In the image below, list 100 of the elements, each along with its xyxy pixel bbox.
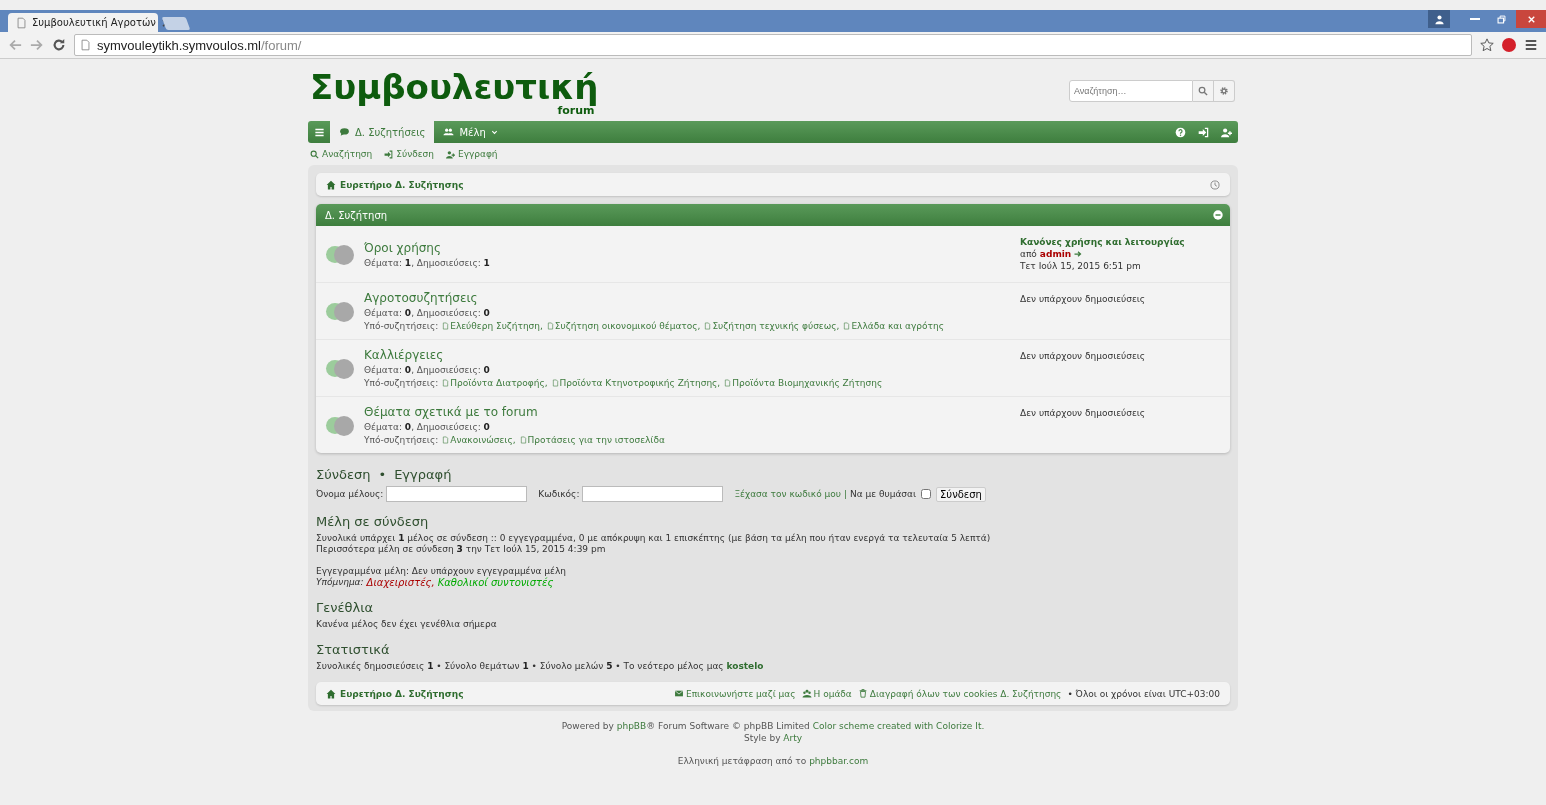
- breadcrumb-link[interactable]: Ευρετήριο Δ. Συζήτησης: [326, 179, 464, 190]
- online-info-text: Περισσότερα μέλη σε σύνδεση 3 την Τετ Ιούλ 15, 2015 4:39 pm: [316, 544, 607, 555]
- footer-link[interactable]: Επικοινωνήστε μαζί μας: [673, 688, 796, 699]
- register-heading-link[interactable]: Εγγραφή: [394, 467, 452, 482]
- search-button[interactable]: [1193, 80, 1214, 102]
- minimize-icon: [1470, 18, 1480, 20]
- subforum-link[interactable]: Συζήτηση οικονομικού θέματος,: [546, 321, 701, 331]
- page-icon: [442, 379, 450, 387]
- subforum-link[interactable]: Προϊόντα Κτηνοτροφικής Ζήτησης,: [551, 378, 721, 388]
- address-field[interactable]: symvouleytikh.symvoulos.ml/forum/: [74, 34, 1472, 56]
- subforums-label: Υπό-συζητήσεις:: [364, 435, 439, 445]
- birthdays-text: Κανένα μέλος δεν έχει γενέθλια σήμερα: [316, 619, 498, 630]
- page-icon: [546, 322, 554, 330]
- by-label: από: [1020, 249, 1037, 259]
- credits-link[interactable]: phpbbar.com: [809, 756, 869, 766]
- online-info-text: Συνολικά υπάρχει 1 μέλος σε σύνδεση :: 0 εγγεγραμμένα, 0 με απόκρυψη και 1 επισκέπτης (με βάση τα μέλη που ήταν ενεργά τα τελευταία 5 λεπτά): [316, 533, 992, 544]
- footer-link[interactable]: Η ομάδα: [801, 688, 852, 699]
- newest-member-link[interactable]: kostelo: [726, 661, 764, 671]
- subforum-link[interactable]: Ελεύθερη Συζήτηση,: [442, 321, 543, 331]
- users-icon: [443, 127, 455, 137]
- credits-link[interactable]: Color scheme created with Colorize It.: [812, 721, 985, 731]
- quick-link[interactable]: Εγγραφή: [445, 149, 498, 159]
- search-icon: [1198, 86, 1208, 96]
- registered-members-text: Εγγεγραμμένα μέλη: Δεν υπάρχουν εγγεγραμμένα μέλη: [316, 566, 567, 577]
- menu-icon: [1524, 38, 1538, 52]
- speech-bubble-icon: [339, 127, 350, 137]
- home-icon: [326, 179, 336, 190]
- forum-title[interactable]: Όροι χρήσης: [364, 240, 1020, 255]
- password-field[interactable]: [582, 486, 724, 502]
- search-field[interactable]: Αναζήτηση…: [1069, 80, 1193, 102]
- forum-stats: Θέματα: 0, Δημοσιεύσεις: 0: [364, 308, 491, 318]
- forum-title[interactable]: Θέματα σχετικά με το forum: [364, 405, 1020, 419]
- subforum-link[interactable]: Συζήτηση τεχνικής φύσεως,: [704, 321, 840, 331]
- author-link[interactable]: admin: [1039, 249, 1072, 259]
- legend-link[interactable]: Διαχειριστές,: [366, 577, 435, 588]
- arrow-icon: [1074, 250, 1083, 258]
- settings-button[interactable]: [1214, 80, 1235, 102]
- subforum-link[interactable]: Προϊόντα Διατροφής,: [442, 378, 548, 388]
- breadcrumb-link[interactable]: Ευρετήριο Δ. Συζήτησης: [326, 688, 464, 699]
- last-post-title[interactable]: Κανόνες χρήσης και λειτουργίας: [1020, 237, 1220, 247]
- url-text: symvouleytikh.symvoulos.ml/forum/: [97, 37, 302, 53]
- logo-subtitle: forum: [557, 105, 595, 116]
- forum-stats: Θέματα: 0, Δημοσιεύσεις: 0: [364, 422, 491, 432]
- caret-icon: [490, 128, 498, 136]
- star-icon: [1480, 38, 1494, 52]
- remember-label: Να με θυμάσαι: [850, 489, 917, 499]
- page-icon: [519, 436, 527, 444]
- username-field[interactable]: [386, 486, 528, 502]
- credits-text: Style by Arty: [743, 732, 803, 744]
- footer-link[interactable]: Διαγραφή όλων των cookies Δ. Συζήτησης: [857, 688, 1062, 699]
- group-icon: [801, 689, 812, 698]
- subforum-link[interactable]: Ανακοινώσεις,: [442, 435, 516, 445]
- forum-stats: Θέματα: 0, Δημοσιεύσεις: 0: [364, 365, 491, 375]
- home-icon: [326, 688, 336, 699]
- subforums-label: Υπό-συζητήσεις:: [364, 321, 439, 331]
- nav-tab[interactable]: Μέλη: [434, 121, 507, 143]
- restore-icon: [1495, 13, 1507, 25]
- section-heading: Στατιστικά: [316, 642, 391, 657]
- new-tab-button[interactable]: [161, 17, 191, 30]
- settings-icon: [1219, 86, 1229, 96]
- forum-title[interactable]: Καλλιέργειες: [364, 348, 1020, 362]
- quick-link[interactable]: Αναζήτηση: [310, 149, 373, 159]
- no-posts-text: Δεν υπάρχουν δημοσιεύσεις: [1020, 408, 1147, 418]
- quick-link[interactable]: Σύνδεση: [384, 149, 434, 159]
- forward-icon: [30, 38, 44, 52]
- credits-text: Powered by phpBB® Forum Software © phpBB Limited Color scheme created with Colorize It.: [561, 720, 985, 732]
- page-icon: [551, 379, 559, 387]
- envelope-icon: [673, 689, 684, 698]
- remember-checkbox[interactable]: [921, 489, 932, 499]
- go-to-post-link[interactable]: [1074, 250, 1083, 258]
- credits-link[interactable]: phpBB: [616, 721, 647, 731]
- password-label: Κωδικός:: [538, 489, 580, 499]
- category-title[interactable]: Δ. Συζήτηση: [325, 209, 388, 221]
- adblock-icon: [1502, 38, 1516, 52]
- close-button[interactable]: [1516, 10, 1546, 28]
- subforum-link[interactable]: Προτάσεις για την ιστοσελίδα: [519, 435, 665, 445]
- forgot-password-link[interactable]: Ξέχασα τον κωδικό μου: [734, 489, 841, 499]
- page-icon: [442, 436, 450, 444]
- subforum-link[interactable]: Προϊόντα Βιομηχανικής Ζήτησης: [724, 378, 883, 388]
- login-icon: [1198, 126, 1209, 138]
- subforum-link[interactable]: Ελλάδα και αγρότης: [843, 321, 944, 331]
- back-icon: [8, 38, 22, 52]
- nav-tab[interactable]: Δ. Συζητήσεις: [330, 121, 435, 143]
- subforums-label: Υπό-συζητήσεις:: [364, 378, 439, 388]
- credits-link[interactable]: Arty: [783, 733, 803, 743]
- collapse-icon: [1213, 210, 1223, 220]
- forum-title[interactable]: Αγροτοσυζητήσεις: [364, 291, 1020, 305]
- section-heading: Γενέθλια: [316, 600, 375, 615]
- login-heading-link[interactable]: Σύνδεση: [316, 467, 371, 482]
- profile-button[interactable]: [1428, 10, 1450, 28]
- trash-icon: [857, 689, 868, 698]
- page-icon: [442, 322, 450, 330]
- login-button[interactable]: Σύνδεση: [936, 486, 986, 502]
- post-date: Τετ Ιούλ 15, 2015 6:51 pm: [1020, 261, 1142, 271]
- help-icon: [1175, 126, 1186, 138]
- add-user-icon: [1221, 126, 1232, 138]
- credits-text: Ελληνική μετάφραση από το phpbbar.com: [677, 755, 869, 767]
- page-icon: [704, 322, 712, 330]
- section-heading: Μέλη σε σύνδεση: [316, 514, 430, 529]
- person-icon: [1433, 13, 1445, 25]
